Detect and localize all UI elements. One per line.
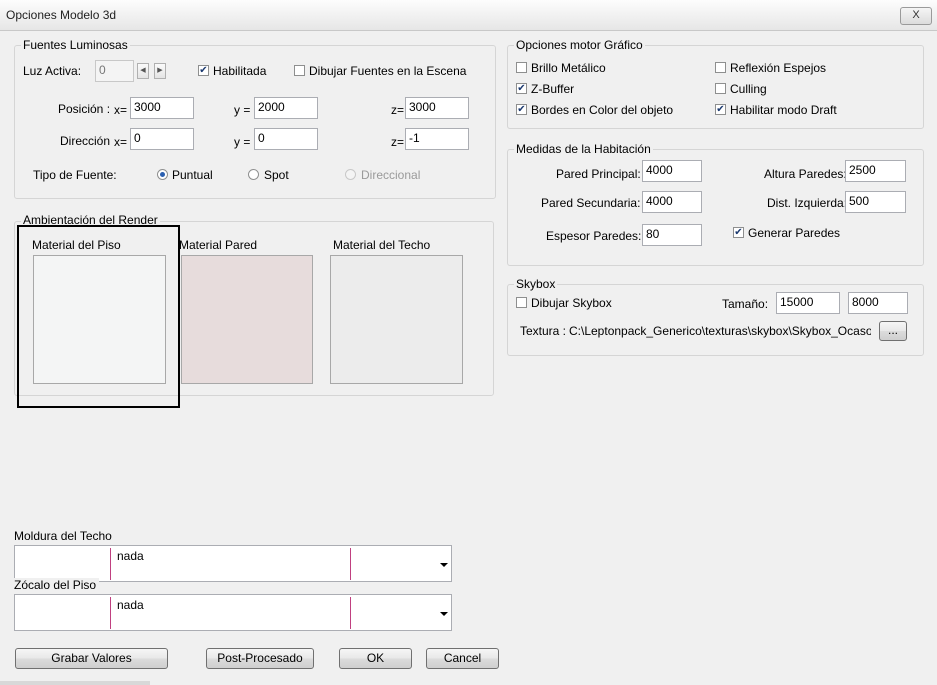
- brillo-metalico-checkbox[interactable]: [516, 62, 527, 73]
- tamano-height-input[interactable]: 8000: [848, 292, 908, 314]
- luz-activa-input[interactable]: 0: [95, 60, 134, 82]
- luz-next-button[interactable]: ▶: [154, 63, 166, 79]
- window-bottom-edge: [0, 681, 150, 685]
- ok-button[interactable]: OK: [339, 648, 412, 669]
- title-bar: [0, 0, 937, 31]
- culling-checkbox[interactable]: [715, 83, 726, 94]
- generar-paredes-checkbox[interactable]: ✔: [733, 227, 744, 238]
- bordes-color-checkbox[interactable]: ✔: [516, 104, 527, 115]
- dibujar-skybox-label: Dibujar Skybox: [531, 296, 612, 310]
- brillo-metalico-label: Brillo Metálico: [531, 61, 606, 75]
- moldura-value: nada: [117, 549, 144, 563]
- motor-grafico-legend: Opciones motor Gráfico: [514, 38, 645, 52]
- cancel-button[interactable]: Cancel: [426, 648, 499, 669]
- tamano-width-input[interactable]: 15000: [776, 292, 840, 314]
- luz-activa-label: Luz Activa:: [23, 64, 82, 78]
- material-techo-swatch[interactable]: [330, 255, 463, 384]
- generar-paredes-label: Generar Paredes: [748, 226, 841, 240]
- close-button[interactable]: X: [900, 7, 932, 25]
- textura-path: C:\Leptonpack_Generico\texturas\skybox\S…: [569, 324, 871, 338]
- skybox-legend: Skybox: [514, 277, 558, 291]
- moldura-dropdown-icon[interactable]: [440, 563, 448, 567]
- altura-paredes-input[interactable]: 2500: [845, 160, 906, 182]
- dibujar-fuentes-label: Dibujar Fuentes en la Escena: [309, 64, 467, 78]
- direccion-label: Dirección: [60, 134, 111, 148]
- material-selection-frame: [17, 225, 180, 408]
- radio-spot[interactable]: [248, 169, 259, 180]
- direccion-x-input[interactable]: 0: [130, 128, 194, 150]
- culling-label: Culling: [730, 82, 767, 96]
- espesor-paredes-label: Espesor Paredes:: [546, 229, 642, 243]
- direccion-y-label: y =: [234, 135, 251, 149]
- reflexion-espejos-checkbox[interactable]: [715, 62, 726, 73]
- pared-principal-input[interactable]: 4000: [642, 160, 702, 182]
- posicion-label: Posición :: [58, 102, 111, 116]
- moldura-column-divider: [110, 548, 111, 580]
- modo-draft-label: Habilitar modo Draft: [730, 103, 837, 117]
- posicion-y-input[interactable]: 2000: [254, 97, 318, 119]
- zocalo-label: Zócalo del Piso: [14, 578, 100, 592]
- tamano-label: Tamaño:: [722, 297, 769, 311]
- moldura-column-divider: [350, 548, 351, 580]
- post-procesado-button[interactable]: Post-Procesado: [206, 648, 314, 669]
- material-techo-label: Material del Techo: [333, 238, 431, 252]
- radio-puntual-label: Puntual: [172, 168, 213, 182]
- luz-prev-button[interactable]: ◀: [137, 63, 149, 79]
- posicion-z-label: z=: [391, 103, 405, 117]
- direccion-z-input[interactable]: -1: [405, 128, 469, 150]
- dist-izquierda-input[interactable]: 500: [845, 191, 906, 213]
- bordes-color-label: Bordes en Color del objeto: [531, 103, 674, 117]
- moldura-select[interactable]: nada: [14, 545, 452, 582]
- posicion-z-input[interactable]: 3000: [405, 97, 469, 119]
- radio-direccional-label: Direccional: [361, 168, 421, 182]
- pared-principal-label: Pared Principal:: [556, 167, 641, 181]
- dibujar-fuentes-checkbox[interactable]: [294, 65, 305, 76]
- textura-label: Textura :: [520, 324, 567, 338]
- zocalo-column-divider: [110, 597, 111, 629]
- direccion-z-label: z=: [391, 135, 405, 149]
- material-pared-label: Material Pared: [179, 238, 258, 252]
- radio-puntual[interactable]: [157, 169, 168, 180]
- direccion-x-label: x=: [114, 135, 128, 149]
- posicion-x-label: x=: [114, 103, 128, 117]
- z-buffer-checkbox[interactable]: ✔: [516, 83, 527, 94]
- radio-direccional[interactable]: [345, 169, 356, 180]
- pared-secundaria-input[interactable]: 4000: [642, 191, 702, 213]
- habilitada-checkbox[interactable]: ✔: [198, 65, 209, 76]
- window-title: Opciones Modelo 3d: [6, 8, 117, 22]
- posicion-x-input[interactable]: 3000: [130, 97, 194, 119]
- browse-textura-button[interactable]: ...: [879, 321, 907, 341]
- pared-secundaria-label: Pared Secundaria:: [541, 196, 641, 210]
- posicion-y-label: y =: [234, 103, 251, 117]
- habilitada-label: Habilitada: [213, 64, 267, 78]
- modo-draft-checkbox[interactable]: ✔: [715, 104, 726, 115]
- medidas-legend: Medidas de la Habitación: [514, 142, 653, 156]
- espesor-paredes-input[interactable]: 80: [642, 224, 702, 246]
- z-buffer-label: Z-Buffer: [531, 82, 575, 96]
- zocalo-value: nada: [117, 598, 144, 612]
- altura-paredes-label: Altura Paredes:: [764, 167, 847, 181]
- material-pared-swatch[interactable]: [181, 255, 313, 384]
- tipo-fuente-label: Tipo de Fuente:: [33, 168, 117, 182]
- zocalo-select[interactable]: nada: [14, 594, 452, 631]
- dibujar-skybox-checkbox[interactable]: [516, 297, 527, 308]
- reflexion-espejos-label: Reflexión Espejos: [730, 61, 827, 75]
- direccion-y-input[interactable]: 0: [254, 128, 318, 150]
- zocalo-dropdown-icon[interactable]: [440, 612, 448, 616]
- radio-spot-label: Spot: [264, 168, 289, 182]
- dist-izquierda-label: Dist. Izquierda:: [767, 196, 848, 210]
- moldura-label: Moldura del Techo: [14, 529, 112, 543]
- fuentes-luminosas-legend: Fuentes Luminosas: [21, 38, 130, 52]
- grabar-valores-button[interactable]: Grabar Valores: [15, 648, 168, 669]
- zocalo-column-divider: [350, 597, 351, 629]
